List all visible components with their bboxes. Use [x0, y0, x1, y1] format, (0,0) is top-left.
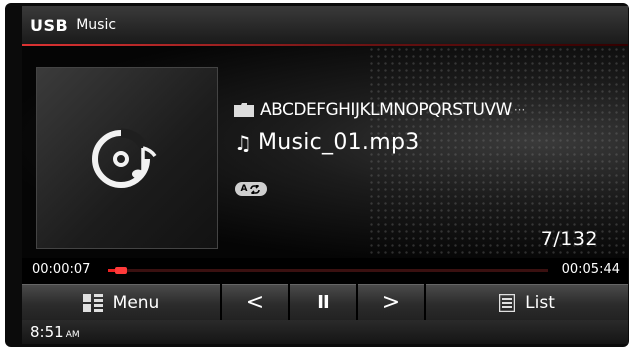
- clock-time: 8:51: [30, 323, 64, 341]
- track-counter: 7/132: [540, 228, 598, 250]
- song-filename: Music_01.mp3: [257, 130, 420, 155]
- repeat-letter: A: [240, 184, 248, 194]
- now-playing-panel: ABCDEFGHIJKLMNOPQRSTUVW ··· ♫ Music_01.m…: [22, 46, 628, 258]
- menu-label: Menu: [112, 292, 160, 313]
- source-label: USB: [30, 15, 69, 35]
- title-bar: USB Music: [22, 6, 628, 44]
- next-icon: >: [381, 290, 401, 315]
- pause-button[interactable]: II: [290, 284, 356, 320]
- screen: USB Music ABCDEFGHIJKLMNOPQRSTUVW ··· ♫ …: [22, 6, 628, 344]
- folder-overflow: ···: [513, 103, 526, 117]
- grid-menu-icon: [82, 293, 103, 312]
- progress-knob[interactable]: [114, 267, 127, 274]
- folder-name: ABCDEFGHIJKLMNOPQRSTUVW: [260, 100, 512, 120]
- elapsed-time: 00:00:07: [32, 262, 91, 277]
- list-icon: [499, 293, 516, 312]
- progress-area: 00:00:07 00:05:44: [22, 258, 628, 282]
- folder-icon: [234, 103, 254, 117]
- music-note-icon: ♫: [234, 130, 252, 155]
- album-art: [36, 67, 218, 249]
- clock: 8:51 AM: [30, 323, 80, 341]
- next-button[interactable]: >: [358, 284, 424, 320]
- music-disc-icon: [92, 128, 157, 188]
- list-label: List: [525, 292, 555, 313]
- repeat-mode-badge: A: [235, 182, 267, 196]
- repeat-icon: [250, 184, 261, 194]
- progress-bar[interactable]: [108, 267, 548, 274]
- control-bar: Menu < II > List: [22, 284, 628, 320]
- total-time: 00:05:44: [561, 262, 620, 277]
- previous-icon: <: [245, 290, 265, 315]
- head-unit-frame: USB Music ABCDEFGHIJKLMNOPQRSTUVW ··· ♫ …: [5, 3, 629, 347]
- mode-label: Music: [76, 17, 117, 33]
- list-button[interactable]: List: [426, 284, 628, 320]
- menu-button[interactable]: Menu: [22, 284, 220, 320]
- pause-icon: II: [317, 292, 329, 313]
- clock-ampm: AM: [65, 330, 80, 340]
- status-bar: 8:51 AM: [22, 320, 628, 344]
- song-row: ♫ Music_01.mp3: [234, 130, 420, 155]
- folder-row: ABCDEFGHIJKLMNOPQRSTUVW ···: [234, 100, 525, 120]
- previous-button[interactable]: <: [222, 284, 288, 320]
